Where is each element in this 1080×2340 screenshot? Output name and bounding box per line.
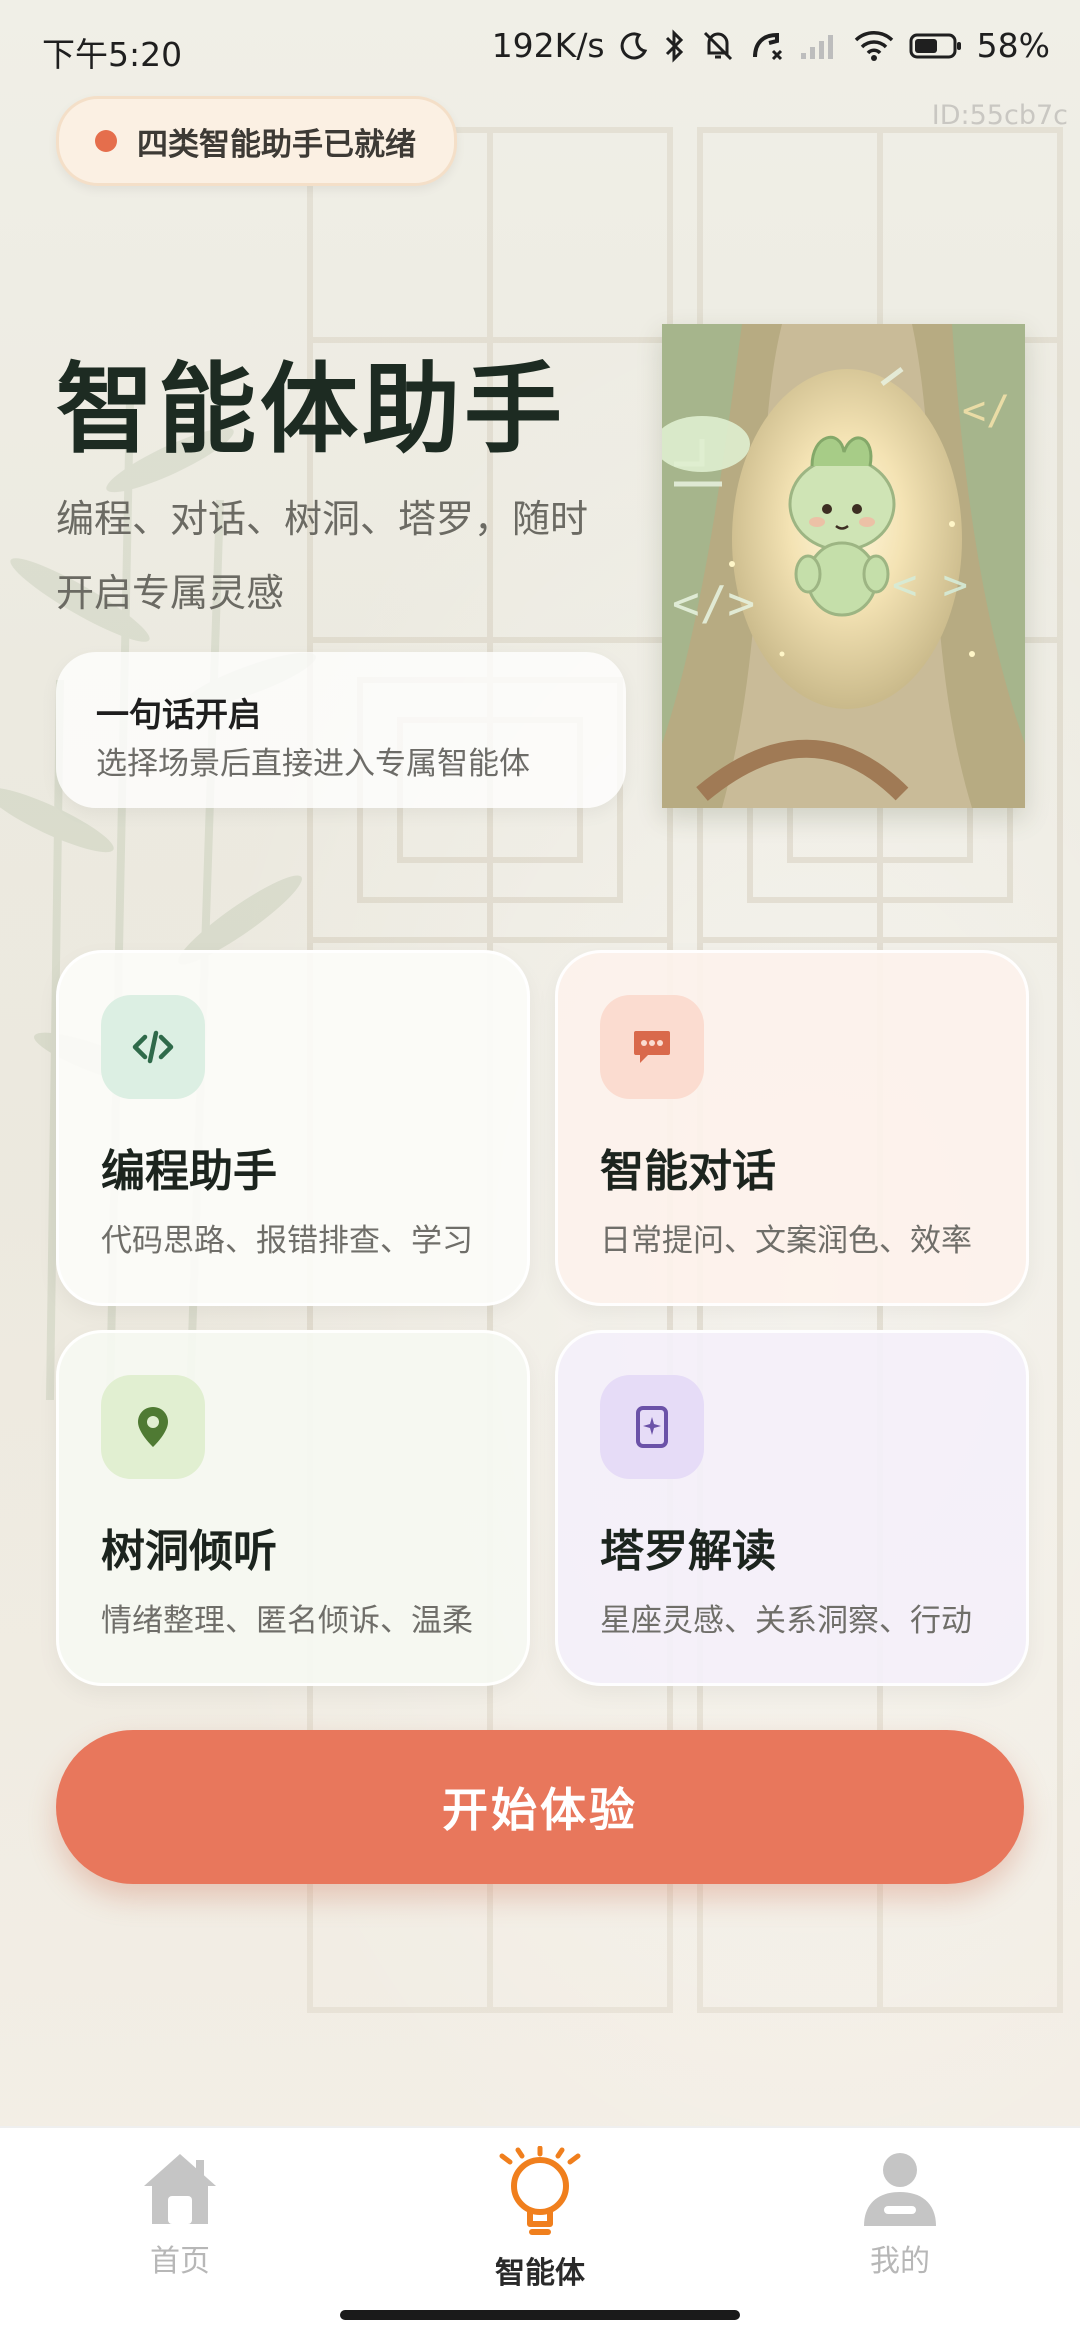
device-id: ID:55cb7c [931,100,1068,131]
code-icon [101,995,205,1099]
svg-text:</: </ [962,388,1010,434]
nav-tab-mine[interactable]: 我的 [800,2146,1000,2280]
status-bar: 下午5:20 192K/s 58% [0,0,1080,96]
page-subtitle: 编程、对话、树洞、塔罗，随时开启专属灵感 [56,497,589,615]
quick-start-title: 一句话开启 [96,695,261,734]
agent-card-desc: 星座灵感、关系洞察、行动 [600,1603,972,1639]
nav-tab-label: 智能体 [495,2256,585,2291]
home-indicator[interactable] [340,2310,740,2320]
location-pin-icon [101,1375,205,1479]
agent-card-title: 塔罗解读 [600,1526,776,1577]
agent-card-desc: 代码思路、报错排查、学习 [101,1223,473,1259]
ready-status-badge: 四类智能助手已就绪 [56,96,457,186]
agent-card-title: 树洞倾听 [101,1526,277,1577]
nav-tab-home[interactable]: 首页 [80,2146,280,2280]
agent-card-coding[interactable]: 编程助手 代码思路、报错排查、学习 [56,950,530,1306]
nav-tab-label: 首页 [150,2244,210,2279]
bottom-navigation: 首页 智能体 我的 [0,2126,1080,2340]
page-title: 智能体助手 [56,353,567,467]
nav-tab-agent[interactable]: 智能体 [440,2146,640,2292]
mute-bell-icon [703,31,732,60]
agent-card-tarot[interactable]: 塔罗解读 星座灵感、关系洞察、行动 [555,1330,1029,1686]
svg-text:</>: </> [672,576,755,630]
agent-card-chat[interactable]: 智能对话 日常提问、文案润色、效率 [555,950,1029,1306]
nav-tab-label: 我的 [870,2244,930,2279]
tarot-card-icon [600,1375,704,1479]
quick-start-desc: 选择场景后直接进入专属智能体 [96,746,530,782]
ready-status-text: 四类智能助手已就绪 [137,126,416,163]
status-icons: 192K/s 58% [492,26,1050,65]
signal-icon [800,34,833,59]
agent-card-desc: 情绪整理、匿名倾诉、温柔 [101,1603,473,1639]
user-icon [864,2153,936,2226]
lightbulb-icon [499,2146,581,2235]
agent-card-title: 智能对话 [600,1146,776,1197]
network-speed: 192K/s [491,26,605,65]
app-screen: 下午5:20 192K/s 58% ID:55cb7c 四类智能助手已就绪 智能… [0,0,1080,2340]
call-off-icon [752,32,782,60]
start-experience-button[interactable]: 开始体验 [56,1730,1024,1884]
wifi-icon [854,30,893,61]
quick-start-card[interactable]: 一句话开启 选择场景后直接进入专属智能体 [56,652,626,808]
agent-card-title: 编程助手 [101,1146,277,1197]
battery-level: 58% [976,26,1050,65]
chat-bubble-icon [600,995,704,1099]
agent-card-tree-hole[interactable]: 树洞倾听 情绪整理、匿名倾诉、温柔 [56,1330,530,1686]
home-icon [144,2154,216,2224]
agent-card-desc: 日常提问、文案润色、效率 [600,1223,972,1259]
status-dot-icon [95,130,117,152]
bluetooth-icon [665,28,683,63]
svg-text:< >: < > [892,560,968,609]
moon-icon [620,31,647,59]
tree-sprite-illustration: </> < > </ [662,324,1025,808]
status-time: 下午5:20 [42,35,183,74]
battery-icon [909,33,961,58]
